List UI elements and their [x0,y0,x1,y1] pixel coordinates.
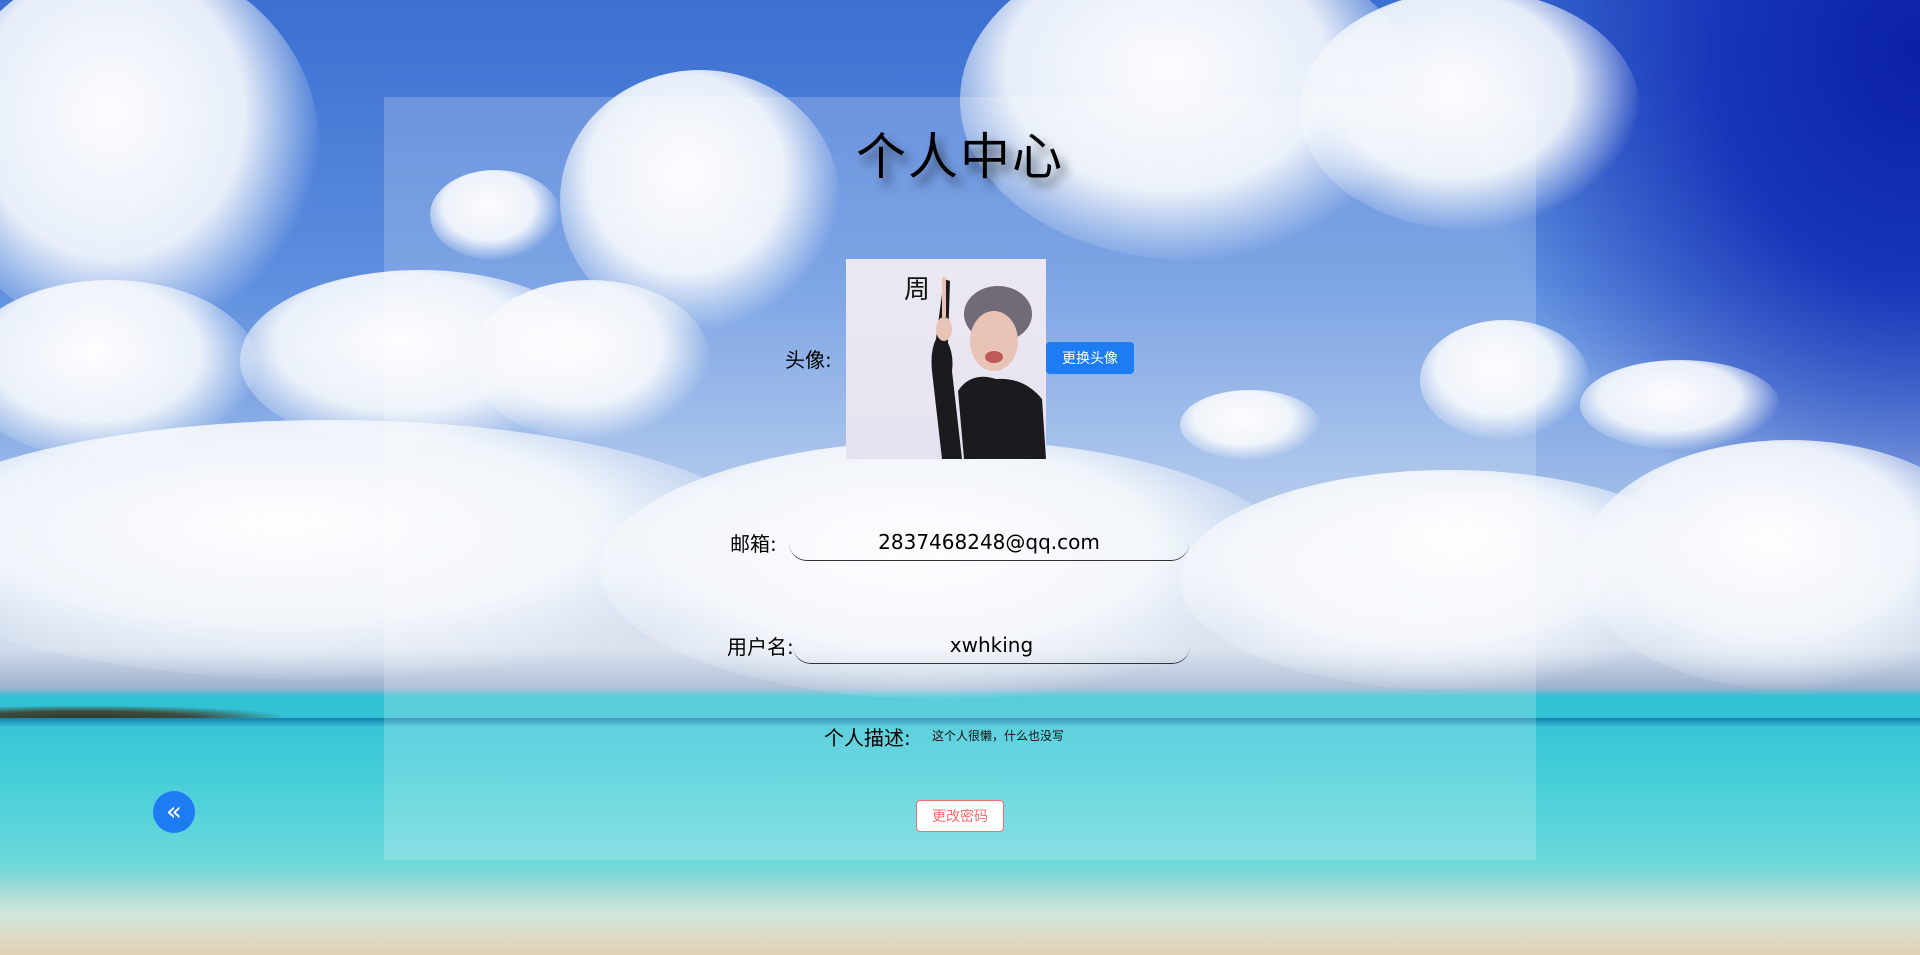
page-title: 个人中心 [856,128,1064,186]
avatar-figure [931,277,1046,459]
email-field[interactable] [789,524,1189,561]
avatar-image: 周 [846,259,1046,459]
horizon-island [0,706,280,718]
double-chevron-left-icon: « [166,797,182,827]
description-text: 这个人很懒，什么也没写 [932,729,1065,743]
avatar-label: 头像: [785,348,832,372]
profile-panel [384,97,1536,860]
email-label: 邮箱: [730,532,777,556]
change-avatar-button[interactable]: 更换头像 [1046,342,1134,374]
cloud [1580,360,1780,450]
sea-foreground [0,870,1920,955]
username-field[interactable] [793,627,1190,664]
back-button[interactable]: « [153,791,195,833]
username-label: 用户名: [727,635,794,659]
change-password-button[interactable]: 更改密码 [916,800,1004,832]
description-label: 个人描述: [824,726,911,750]
